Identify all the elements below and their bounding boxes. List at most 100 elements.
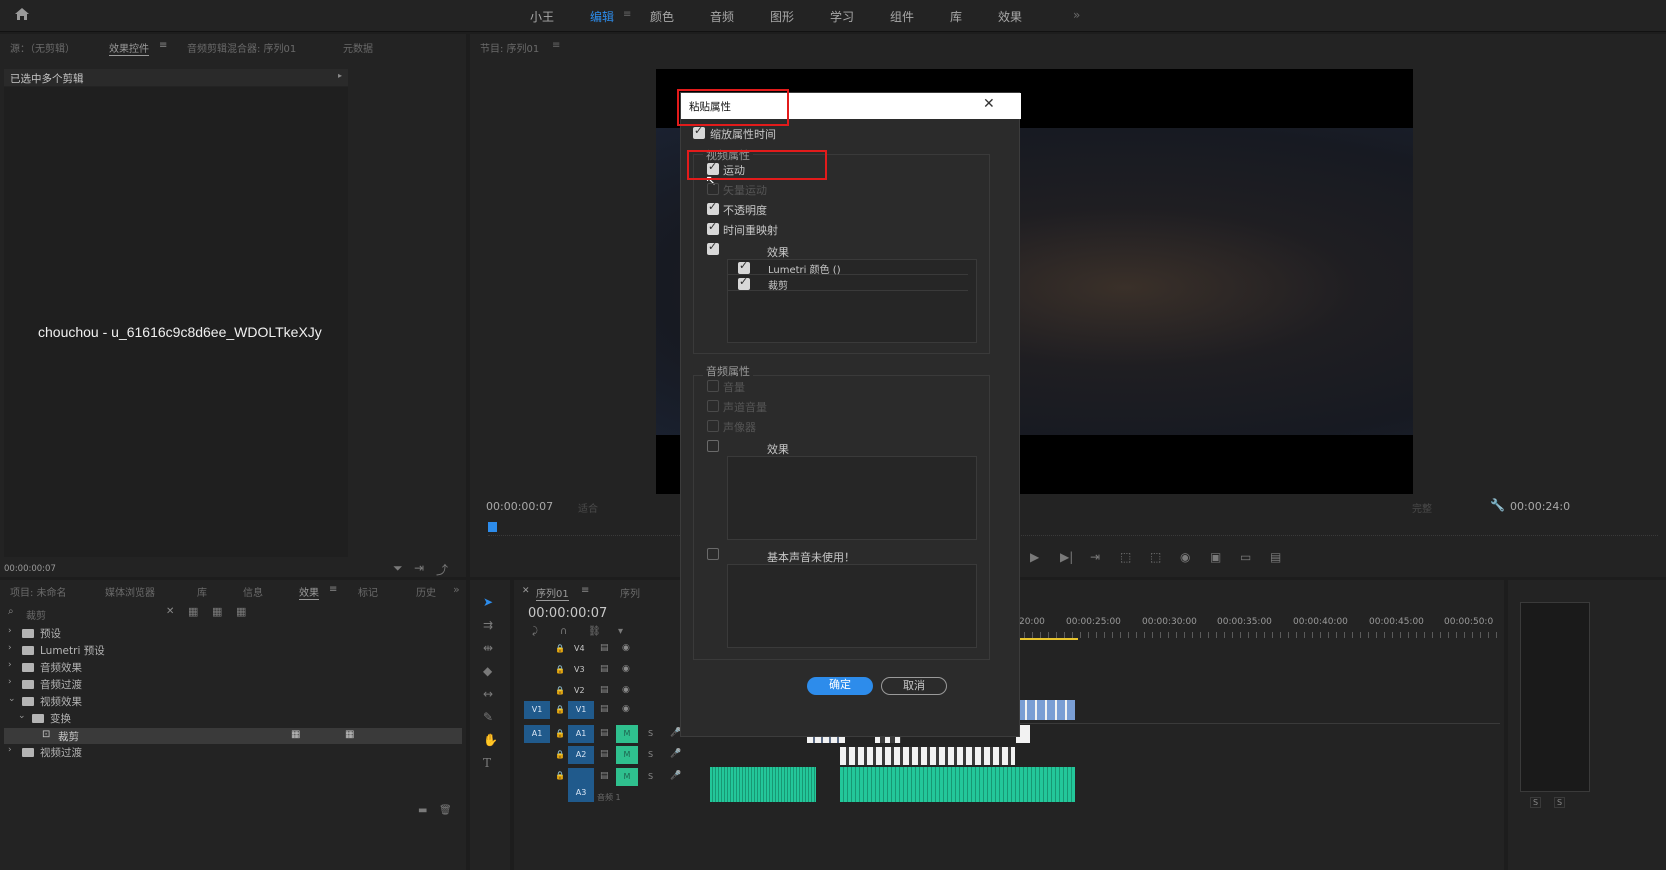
lock-icon[interactable]: 🔒	[555, 665, 565, 674]
effects-search[interactable]: ⌕ 裁剪 ✕	[6, 606, 176, 622]
track-target-v1[interactable]: V1	[568, 701, 594, 719]
video-effects-checkbox[interactable]	[707, 240, 719, 255]
mute-button[interactable]: M	[616, 725, 638, 743]
tree-item-audio-effects[interactable]: › 音频效果	[8, 660, 82, 676]
source-patch-a1[interactable]: A1	[524, 725, 550, 743]
camera-icon[interactable]: ◉	[1180, 550, 1190, 564]
razor-tool-icon[interactable]: ◆	[483, 664, 492, 678]
close-tab-icon[interactable]: ✕	[522, 586, 530, 596]
accelerated-effects-icon[interactable]: ▦	[188, 605, 198, 618]
hand-tool-icon[interactable]: ✋	[483, 733, 498, 747]
track-target-a3[interactable]: A3	[568, 768, 594, 802]
menu-icon[interactable]: ≡	[581, 585, 589, 596]
crop-checkbox[interactable]	[738, 275, 750, 290]
mic-icon[interactable]: 🎤	[670, 771, 681, 781]
sync-icon[interactable]: ▤	[600, 685, 609, 695]
tab-effects[interactable]: 效果	[299, 584, 319, 600]
filter-icon[interactable]: ⏷	[393, 561, 403, 576]
fit-dropdown[interactable]: 适合	[578, 500, 598, 515]
tree-item-presets[interactable]: › 预设	[8, 626, 61, 642]
tree-item-lumetri-presets[interactable]: › Lumetri 预设	[8, 643, 105, 659]
share-icon[interactable]: ⤴	[436, 561, 448, 578]
lock-icon[interactable]: 🔒	[555, 750, 565, 759]
extract-icon[interactable]: ⬚	[1150, 550, 1161, 564]
selection-tool-icon[interactable]: ➤	[483, 595, 493, 609]
solo-button[interactable]: S	[648, 772, 653, 781]
menu-icon[interactable]: ≡	[329, 584, 337, 595]
lumetri-checkbox[interactable]	[738, 259, 750, 274]
eye-icon[interactable]: ◉	[622, 643, 630, 653]
eye-icon[interactable]: ◉	[622, 664, 630, 674]
32bit-effects-icon[interactable]: ▦	[212, 605, 222, 618]
workspace-tab-graphics[interactable]: 图形	[770, 8, 794, 25]
ok-button[interactable]: 确定	[807, 677, 873, 695]
menu-icon[interactable]: ≡	[159, 40, 167, 51]
sync-icon[interactable]: ▤	[600, 643, 609, 653]
yuv-effects-icon[interactable]: ▦	[236, 605, 246, 618]
tab-markers[interactable]: 标记	[358, 584, 378, 599]
tab-sequence01[interactable]: 序列01	[536, 585, 569, 601]
lock-icon[interactable]: 🔒	[555, 644, 565, 653]
tree-item-audio-transitions[interactable]: › 音频过渡	[8, 677, 82, 693]
sync-icon[interactable]: ▤	[600, 749, 609, 759]
workspace-tab-learn[interactable]: 学习	[830, 8, 854, 25]
lock-icon[interactable]: 🔒	[555, 705, 565, 714]
mute-button[interactable]: M	[616, 746, 638, 764]
tree-item-video-effects[interactable]: ⌄ 视频效果	[8, 694, 82, 710]
volume-checkbox[interactable]	[707, 380, 719, 392]
menu-icon[interactable]: ≡	[552, 40, 560, 51]
quality-dropdown[interactable]: 完整	[1412, 500, 1478, 515]
eye-icon[interactable]: ◉	[622, 704, 630, 714]
panner-checkbox[interactable]	[707, 420, 719, 432]
step-forward-icon[interactable]: ⇥	[1090, 550, 1100, 564]
workspace-tab-color[interactable]: 颜色	[650, 8, 674, 25]
workspace-tab-xiaowang[interactable]: 小王	[530, 8, 554, 25]
tab-history[interactable]: 历史	[416, 584, 436, 599]
tab-sequence[interactable]: 序列	[620, 585, 640, 600]
export-icon[interactable]: ⇥	[414, 561, 424, 575]
lock-icon[interactable]: 🔒	[555, 729, 565, 738]
workspace-overflow-icon[interactable]: »	[1073, 8, 1080, 22]
workspace-tab-edit[interactable]: 编辑	[590, 8, 614, 25]
solo-button[interactable]: S	[648, 729, 653, 738]
program-scrubber[interactable]	[488, 522, 1658, 536]
pen-tool-icon[interactable]: ✎	[483, 710, 493, 724]
video-clip-segment[interactable]	[840, 747, 1015, 765]
tab-project[interactable]: 项目: 未命名	[10, 584, 67, 599]
vr-icon[interactable]: ▭	[1240, 550, 1251, 564]
workspace-tab-assembly[interactable]: 组件	[890, 8, 914, 25]
home-icon[interactable]	[14, 7, 30, 24]
export-frame-icon[interactable]: ▤	[1270, 550, 1281, 564]
workspace-tab-library[interactable]: 库	[950, 8, 962, 25]
sync-icon[interactable]: ▤	[600, 728, 609, 738]
workspace-tab-audio[interactable]: 音频	[710, 8, 734, 25]
audio-effects-checkbox[interactable]	[707, 440, 719, 452]
close-icon[interactable]: ✕	[983, 96, 995, 112]
marker-icon[interactable]: ▾	[618, 626, 623, 637]
magnet-icon[interactable]: ∩	[560, 626, 567, 637]
play-icon[interactable]: ▶	[1030, 550, 1039, 564]
delete-icon[interactable]: 🗑	[439, 805, 452, 816]
tab-metadata[interactable]: 元数据	[343, 40, 373, 55]
compare-icon[interactable]: ▣	[1210, 550, 1221, 564]
tab-audio-clip-mixer[interactable]: 音频剪辑混合器: 序列01	[187, 40, 296, 55]
tab-info[interactable]: 信息	[243, 584, 263, 599]
solo-button[interactable]: S	[1554, 797, 1566, 808]
essential-sound-checkbox[interactable]	[707, 548, 719, 560]
expand-icon[interactable]: ▸	[338, 71, 342, 80]
track-select-tool-icon[interactable]: ⇉	[483, 618, 493, 632]
tree-item-video-transitions[interactable]: › 视频过渡	[8, 745, 82, 761]
linked-selection-icon[interactable]: ⛓	[588, 626, 601, 637]
snap-icon[interactable]: ⤸	[532, 626, 538, 637]
time-remap-checkbox[interactable]	[707, 220, 719, 235]
vector-motion-checkbox[interactable]	[707, 183, 719, 195]
overflow-icon[interactable]: »	[453, 583, 460, 596]
lock-icon[interactable]: 🔒	[555, 686, 565, 695]
solo-button[interactable]: S	[648, 750, 653, 759]
sync-icon[interactable]: ▤	[600, 771, 609, 781]
tab-libraries[interactable]: 库	[197, 584, 207, 599]
menu-icon[interactable]: ≡	[623, 9, 631, 20]
playhead-marker[interactable]	[488, 522, 497, 532]
type-tool-icon[interactable]: T	[483, 756, 491, 770]
lock-icon[interactable]: 🔒	[555, 771, 565, 780]
